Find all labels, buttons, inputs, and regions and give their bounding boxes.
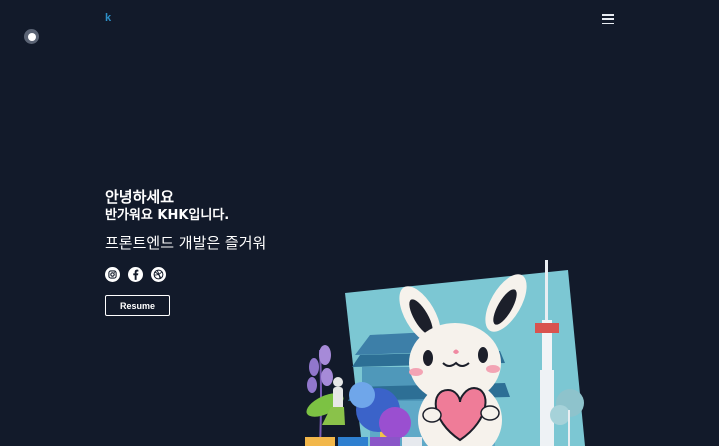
rabbit-illustration: [305, 260, 585, 446]
resume-button[interactable]: Resume: [105, 295, 170, 316]
menu-line: [602, 18, 614, 20]
menu-line: [602, 14, 614, 16]
greeting-line-2: 반가워요 KHK입니다.: [105, 208, 230, 223]
facebook-icon[interactable]: [128, 267, 143, 282]
custom-cursor-dot: [24, 29, 39, 44]
hamburger-menu-icon[interactable]: [602, 14, 614, 24]
site-logo[interactable]: k: [105, 12, 111, 24]
dribbble-icon[interactable]: [151, 267, 166, 282]
tagline: 프론트엔드 개발은 즐거워: [105, 234, 267, 252]
instagram-icon[interactable]: [105, 267, 120, 282]
menu-line: [602, 22, 614, 24]
greeting-line-1: 안녕하세요: [105, 188, 175, 206]
